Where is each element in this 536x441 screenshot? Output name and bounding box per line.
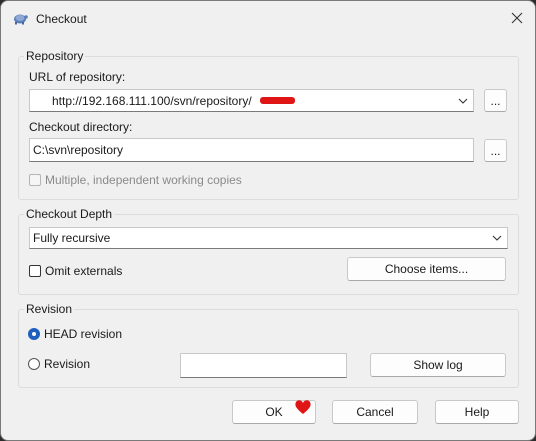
window-title: Checkout bbox=[36, 12, 87, 26]
revision-radio[interactable] bbox=[28, 358, 40, 370]
chevron-down-icon bbox=[492, 235, 502, 241]
url-browse-button[interactable]: ... bbox=[484, 89, 507, 112]
url-combobox[interactable]: http://192.168.111.100/svn/repository/ bbox=[29, 89, 474, 112]
show-log-button[interactable]: Show log bbox=[370, 353, 506, 377]
heart-mark bbox=[295, 400, 311, 414]
checkout-depth-group-label: Checkout Depth bbox=[24, 207, 115, 221]
directory-browse-button[interactable]: ... bbox=[484, 139, 507, 162]
checkout-dialog: Checkout Repository URL of repository: h… bbox=[0, 0, 536, 441]
checkout-depth-value: Fully recursive bbox=[33, 231, 111, 245]
chevron-down-icon bbox=[458, 98, 468, 104]
checkout-directory-input[interactable]: C:\svn\repository bbox=[29, 138, 474, 162]
ok-button-label: OK bbox=[265, 405, 283, 419]
choose-items-button[interactable]: Choose items... bbox=[347, 257, 506, 281]
cancel-button[interactable]: Cancel bbox=[332, 400, 418, 424]
checkout-directory-label: Checkout directory: bbox=[29, 120, 133, 134]
close-icon bbox=[511, 12, 523, 24]
close-button[interactable] bbox=[505, 6, 529, 30]
repository-group-label: Repository bbox=[24, 49, 86, 63]
tortoisesvn-icon bbox=[14, 14, 28, 25]
url-label: URL of repository: bbox=[29, 70, 126, 84]
checkout-depth-select[interactable]: Fully recursive bbox=[29, 227, 508, 249]
multiple-working-copies-checkbox[interactable] bbox=[29, 174, 41, 186]
revision-radio-label: Revision bbox=[44, 357, 91, 371]
head-revision-radio[interactable] bbox=[28, 328, 40, 340]
checkout-directory-value: C:\svn\repository bbox=[33, 143, 124, 157]
revision-group-label: Revision bbox=[24, 302, 75, 316]
omit-externals-label: Omit externals bbox=[45, 264, 123, 278]
multiple-working-copies-label: Multiple, independent working copies bbox=[45, 173, 242, 187]
help-button[interactable]: Help bbox=[435, 400, 519, 424]
head-revision-label: HEAD revision bbox=[44, 327, 123, 341]
omit-externals-checkbox[interactable] bbox=[29, 265, 41, 277]
url-value: http://192.168.111.100/svn/repository/ bbox=[52, 93, 252, 108]
revision-input[interactable] bbox=[180, 353, 347, 378]
title-bar: Checkout bbox=[1, 1, 535, 37]
redaction-mark bbox=[260, 97, 295, 104]
